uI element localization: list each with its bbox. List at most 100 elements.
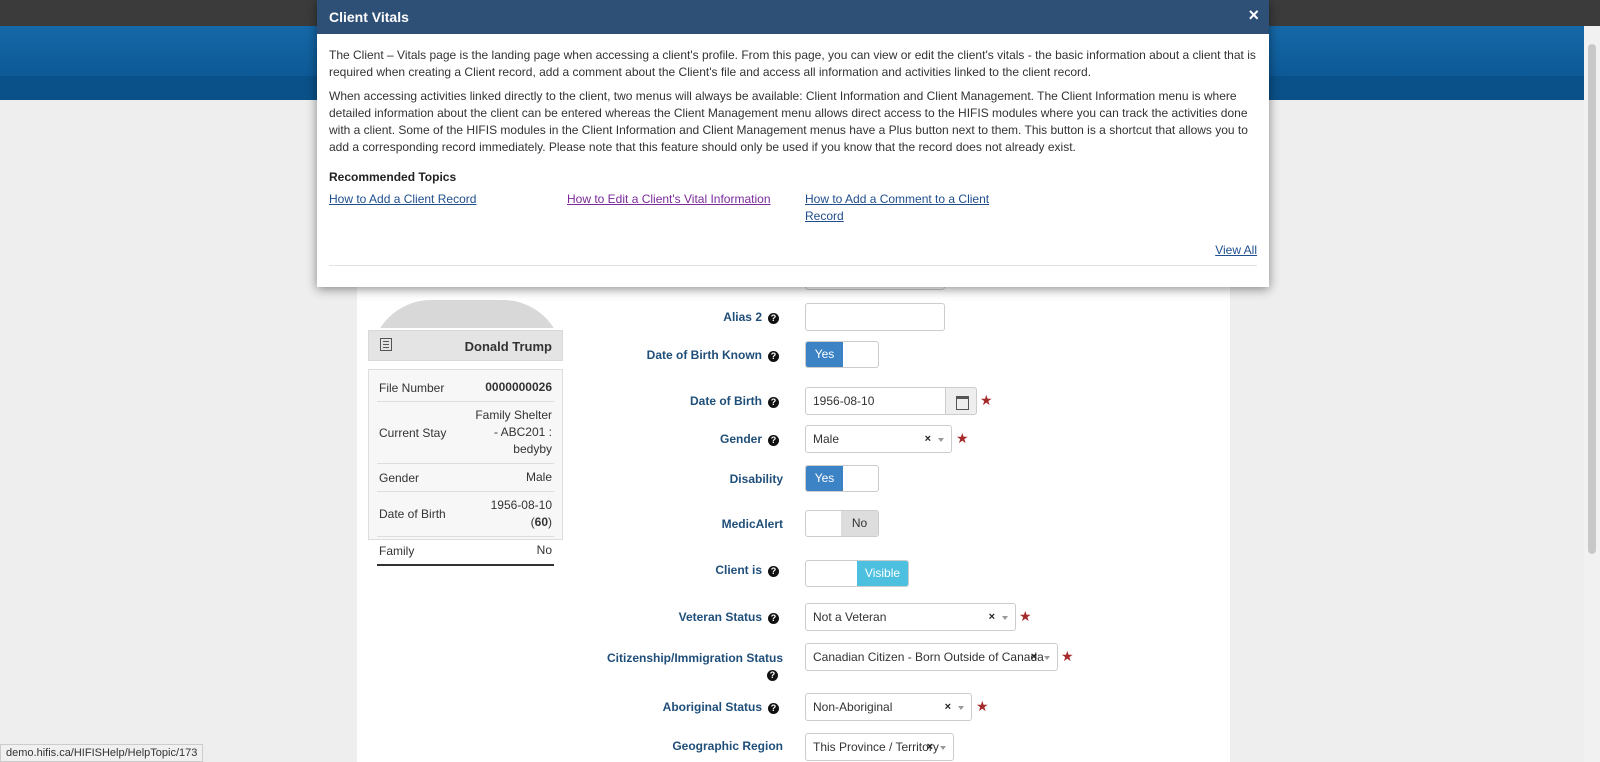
modal-divider bbox=[329, 265, 1257, 266]
clear-icon[interactable]: × bbox=[989, 611, 995, 623]
dob-known-label: Date of Birth Known? bbox=[560, 348, 779, 362]
veteran-label: Veteran Status? bbox=[560, 610, 779, 624]
calendar-icon[interactable] bbox=[946, 387, 977, 415]
client-name-bar: Donald Trump bbox=[368, 330, 563, 361]
disability-label: Disability bbox=[729, 472, 783, 486]
dob-label-text: Date of Birth bbox=[690, 394, 762, 408]
info-label: Current Stay bbox=[377, 401, 472, 464]
modal-paragraph: The Client – Vitals page is the landing … bbox=[329, 48, 1256, 79]
aboriginal-select-value: Non-Aboriginal bbox=[813, 700, 893, 714]
required-star-icon: ★ bbox=[1019, 608, 1032, 624]
alias2-label: Alias 2? bbox=[560, 310, 779, 324]
info-label: File Number bbox=[377, 374, 472, 402]
client-photo bbox=[371, 282, 563, 328]
alias2-label-text: Alias 2 bbox=[723, 310, 762, 324]
info-value: 1956-08-10 (60) bbox=[472, 491, 554, 537]
photo-silhouette-shoulders bbox=[371, 300, 563, 328]
chevron-down-icon[interactable] bbox=[1002, 616, 1008, 620]
citizenship-select-value: Canadian Citizen - Born Outside of Canad… bbox=[813, 650, 1044, 664]
info-value: Family Shelter - ABC201 : bedyby bbox=[472, 401, 554, 464]
client-is-toggle[interactable]: Visible bbox=[805, 560, 909, 587]
disability-toggle[interactable]: Yes bbox=[805, 465, 879, 492]
required-star-icon: ★ bbox=[1061, 648, 1074, 664]
client-card-icon[interactable] bbox=[380, 338, 392, 351]
help-icon[interactable]: ? bbox=[768, 435, 779, 446]
toggle-no: No bbox=[841, 511, 878, 536]
help-icon[interactable]: ? bbox=[768, 313, 779, 324]
help-icon[interactable]: ? bbox=[768, 566, 779, 577]
chevron-down-icon[interactable] bbox=[940, 746, 946, 750]
clear-icon[interactable]: × bbox=[925, 433, 931, 445]
dob-value: 1956-08-10 bbox=[490, 498, 552, 512]
medicalert-toggle[interactable]: No bbox=[805, 510, 879, 537]
info-value: 0000000026 bbox=[472, 374, 554, 402]
help-icon[interactable]: ? bbox=[767, 670, 778, 681]
table-row: File Number 0000000026 bbox=[377, 374, 554, 402]
info-label: Family bbox=[377, 536, 472, 566]
dob-known-toggle[interactable]: Yes bbox=[805, 341, 879, 368]
toggle-yes: Yes bbox=[806, 466, 843, 491]
table-row: Date of Birth 1956-08-10 (60) bbox=[377, 491, 554, 537]
gender-select-value: Male bbox=[813, 432, 840, 446]
toggle-yes: Yes bbox=[806, 342, 843, 367]
gender-label: Gender? bbox=[560, 432, 779, 446]
dob-label: Date of Birth? bbox=[560, 394, 779, 408]
modal-paragraph: When accessing activities linked directl… bbox=[329, 89, 1248, 154]
help-icon[interactable]: ? bbox=[768, 613, 779, 624]
chevron-down-icon[interactable] bbox=[1044, 656, 1050, 660]
required-star-icon: ★ bbox=[956, 430, 969, 446]
alias2-input[interactable] bbox=[805, 303, 945, 331]
required-star-icon: ★ bbox=[980, 392, 993, 408]
scrollbar-thumb[interactable] bbox=[1588, 44, 1596, 554]
recommended-topics-title: Recommended Topics bbox=[329, 170, 457, 185]
info-value: Male bbox=[472, 463, 554, 492]
help-icon[interactable]: ? bbox=[768, 703, 779, 714]
aboriginal-select[interactable]: Non-Aboriginal × bbox=[805, 693, 972, 721]
clear-icon[interactable]: × bbox=[945, 701, 951, 713]
help-icon[interactable]: ? bbox=[768, 397, 779, 408]
required-star-icon: ★ bbox=[976, 698, 989, 714]
gender-label-text: Gender bbox=[719, 432, 762, 446]
table-row: Gender Male bbox=[377, 463, 554, 492]
aboriginal-label: Aboriginal Status? bbox=[560, 700, 779, 714]
table-row: Current Stay Family Shelter - ABC201 : b… bbox=[377, 401, 554, 464]
close-icon[interactable]: × bbox=[1248, 5, 1259, 26]
topic-link-edit-vitals[interactable]: How to Edit a Client's Vital Information bbox=[567, 191, 771, 208]
region-select-value: This Province / Territory bbox=[813, 740, 939, 754]
info-label: Date of Birth bbox=[377, 491, 472, 537]
client-info-box: File Number 0000000026 Current Stay Fami… bbox=[368, 369, 563, 566]
client-info-table: File Number 0000000026 Current Stay Fami… bbox=[377, 374, 554, 566]
medicalert-label: MedicAlert bbox=[721, 517, 783, 531]
table-row: Family No bbox=[377, 536, 554, 566]
citizenship-select[interactable]: Canadian Citizen - Born Outside of Canad… bbox=[805, 643, 1058, 671]
dob-input[interactable]: 1956-08-10 bbox=[805, 387, 946, 415]
dob-known-label-text: Date of Birth Known bbox=[646, 348, 762, 362]
veteran-select[interactable]: Not a Veteran × bbox=[805, 603, 1016, 631]
client-name: Donald Trump bbox=[464, 339, 552, 354]
clear-icon[interactable]: × bbox=[1031, 651, 1037, 663]
citizenship-label-text: Citizenship/Immigration Status bbox=[606, 651, 783, 665]
recommended-topics: How to Add a Client Record How to Edit a… bbox=[329, 191, 1257, 233]
toggle-visible: Visible bbox=[857, 561, 908, 586]
topic-link-add-client[interactable]: How to Add a Client Record bbox=[329, 191, 476, 208]
view-all-link[interactable]: View All bbox=[1215, 243, 1257, 257]
citizenship-label: Citizenship/Immigration Status? bbox=[560, 650, 783, 682]
region-select[interactable]: This Province / Territory × bbox=[805, 733, 954, 761]
gender-select[interactable]: Male × bbox=[805, 425, 952, 453]
veteran-label-text: Veteran Status bbox=[678, 610, 762, 624]
browser-status-bar: demo.hifis.ca/HIFISHelp/HelpTopic/173 bbox=[0, 744, 204, 762]
age-value: 60 bbox=[534, 515, 548, 529]
modal-title: Client Vitals bbox=[329, 9, 409, 25]
veteran-select-value: Not a Veteran bbox=[813, 610, 887, 624]
client-is-label-text: Client is bbox=[715, 563, 762, 577]
topic-link-add-comment[interactable]: How to Add a Comment to a Client Record bbox=[805, 191, 995, 225]
info-label: Gender bbox=[377, 463, 472, 492]
help-icon[interactable]: ? bbox=[768, 351, 779, 362]
aboriginal-label-text: Aboriginal Status bbox=[662, 700, 762, 714]
help-modal: Client Vitals × The Client – Vitals page… bbox=[317, 0, 1269, 287]
client-is-label: Client is? bbox=[560, 563, 779, 577]
clear-icon[interactable]: × bbox=[927, 741, 933, 753]
page-scrollbar[interactable] bbox=[1584, 26, 1600, 762]
chevron-down-icon[interactable] bbox=[958, 706, 964, 710]
chevron-down-icon[interactable] bbox=[938, 438, 944, 442]
